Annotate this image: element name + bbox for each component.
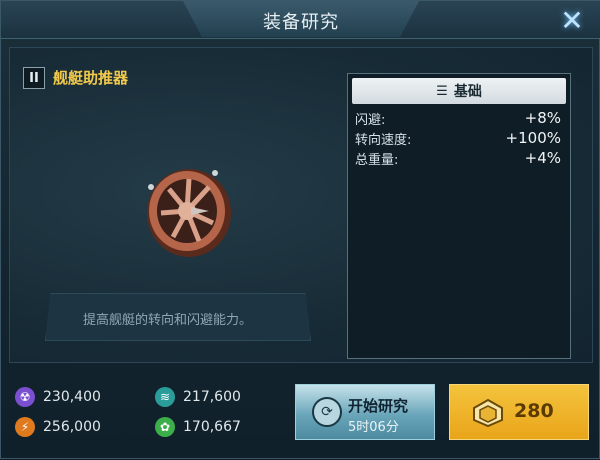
list-icon: ☰: [436, 83, 448, 99]
timer-icon: ⟳: [312, 397, 342, 427]
stats-header-label: 基础: [453, 84, 482, 100]
resource-value: 230,400: [43, 389, 101, 405]
start-research-button[interactable]: ⟳ 开始研究 5时06分: [295, 384, 435, 440]
resource-leaf: ✿ 170,667: [155, 417, 241, 437]
close-button[interactable]: ✕: [557, 3, 587, 37]
stat-row-total-weight: 总重量: +4%: [355, 149, 561, 168]
equipment-research-window: 装备研究 ✕ II 舰艇助推器 提高舰艇的转向和闪避能力。 ☰ 基础 闪避: +…: [0, 0, 600, 459]
resource-energy: ⚡ 256,000: [15, 417, 101, 437]
radiation-icon: ☢: [15, 387, 35, 407]
level-badge: II: [23, 67, 45, 89]
item-description: 提高舰艇的转向和闪避能力。: [83, 313, 253, 328]
leaf-icon: ✿: [155, 417, 175, 437]
thruster-icon: [147, 169, 231, 257]
stat-label: 转向速度:: [355, 133, 412, 148]
item-name: 舰艇助推器: [53, 69, 129, 87]
resource-layers: ≋ 217,600: [155, 387, 241, 407]
window-title: 装备研究: [263, 12, 339, 33]
title-bar: 装备研究 ✕: [1, 1, 600, 39]
layers-icon: ≋: [155, 387, 175, 407]
research-time: 5时06分: [348, 420, 399, 435]
stat-value: +100%: [505, 129, 561, 147]
resource-value: 217,600: [183, 389, 241, 405]
instant-complete-button[interactable]: 280: [449, 384, 589, 440]
stat-value: +4%: [524, 149, 561, 167]
resource-bar: ☢ 230,400 ≋ 217,600 ⚡ 256,000 ✿ 170,667: [1, 373, 291, 460]
resource-value: 256,000: [43, 419, 101, 435]
stat-value: +8%: [524, 109, 561, 127]
resource-value: 170,667: [183, 419, 241, 435]
start-research-label: 开始研究: [348, 397, 409, 415]
stat-label: 总重量:: [355, 153, 399, 168]
gold-cost: 280: [514, 400, 554, 422]
stat-row-turn-speed: 转向速度: +100%: [355, 129, 561, 148]
gold-icon: [473, 398, 503, 428]
close-icon: ✕: [560, 3, 584, 37]
resource-radiation: ☢ 230,400: [15, 387, 101, 407]
stats-header: ☰ 基础: [352, 78, 566, 104]
energy-icon: ⚡: [15, 417, 35, 437]
stat-row-dodge: 闪避: +8%: [355, 109, 561, 128]
stat-label: 闪避:: [355, 113, 386, 128]
